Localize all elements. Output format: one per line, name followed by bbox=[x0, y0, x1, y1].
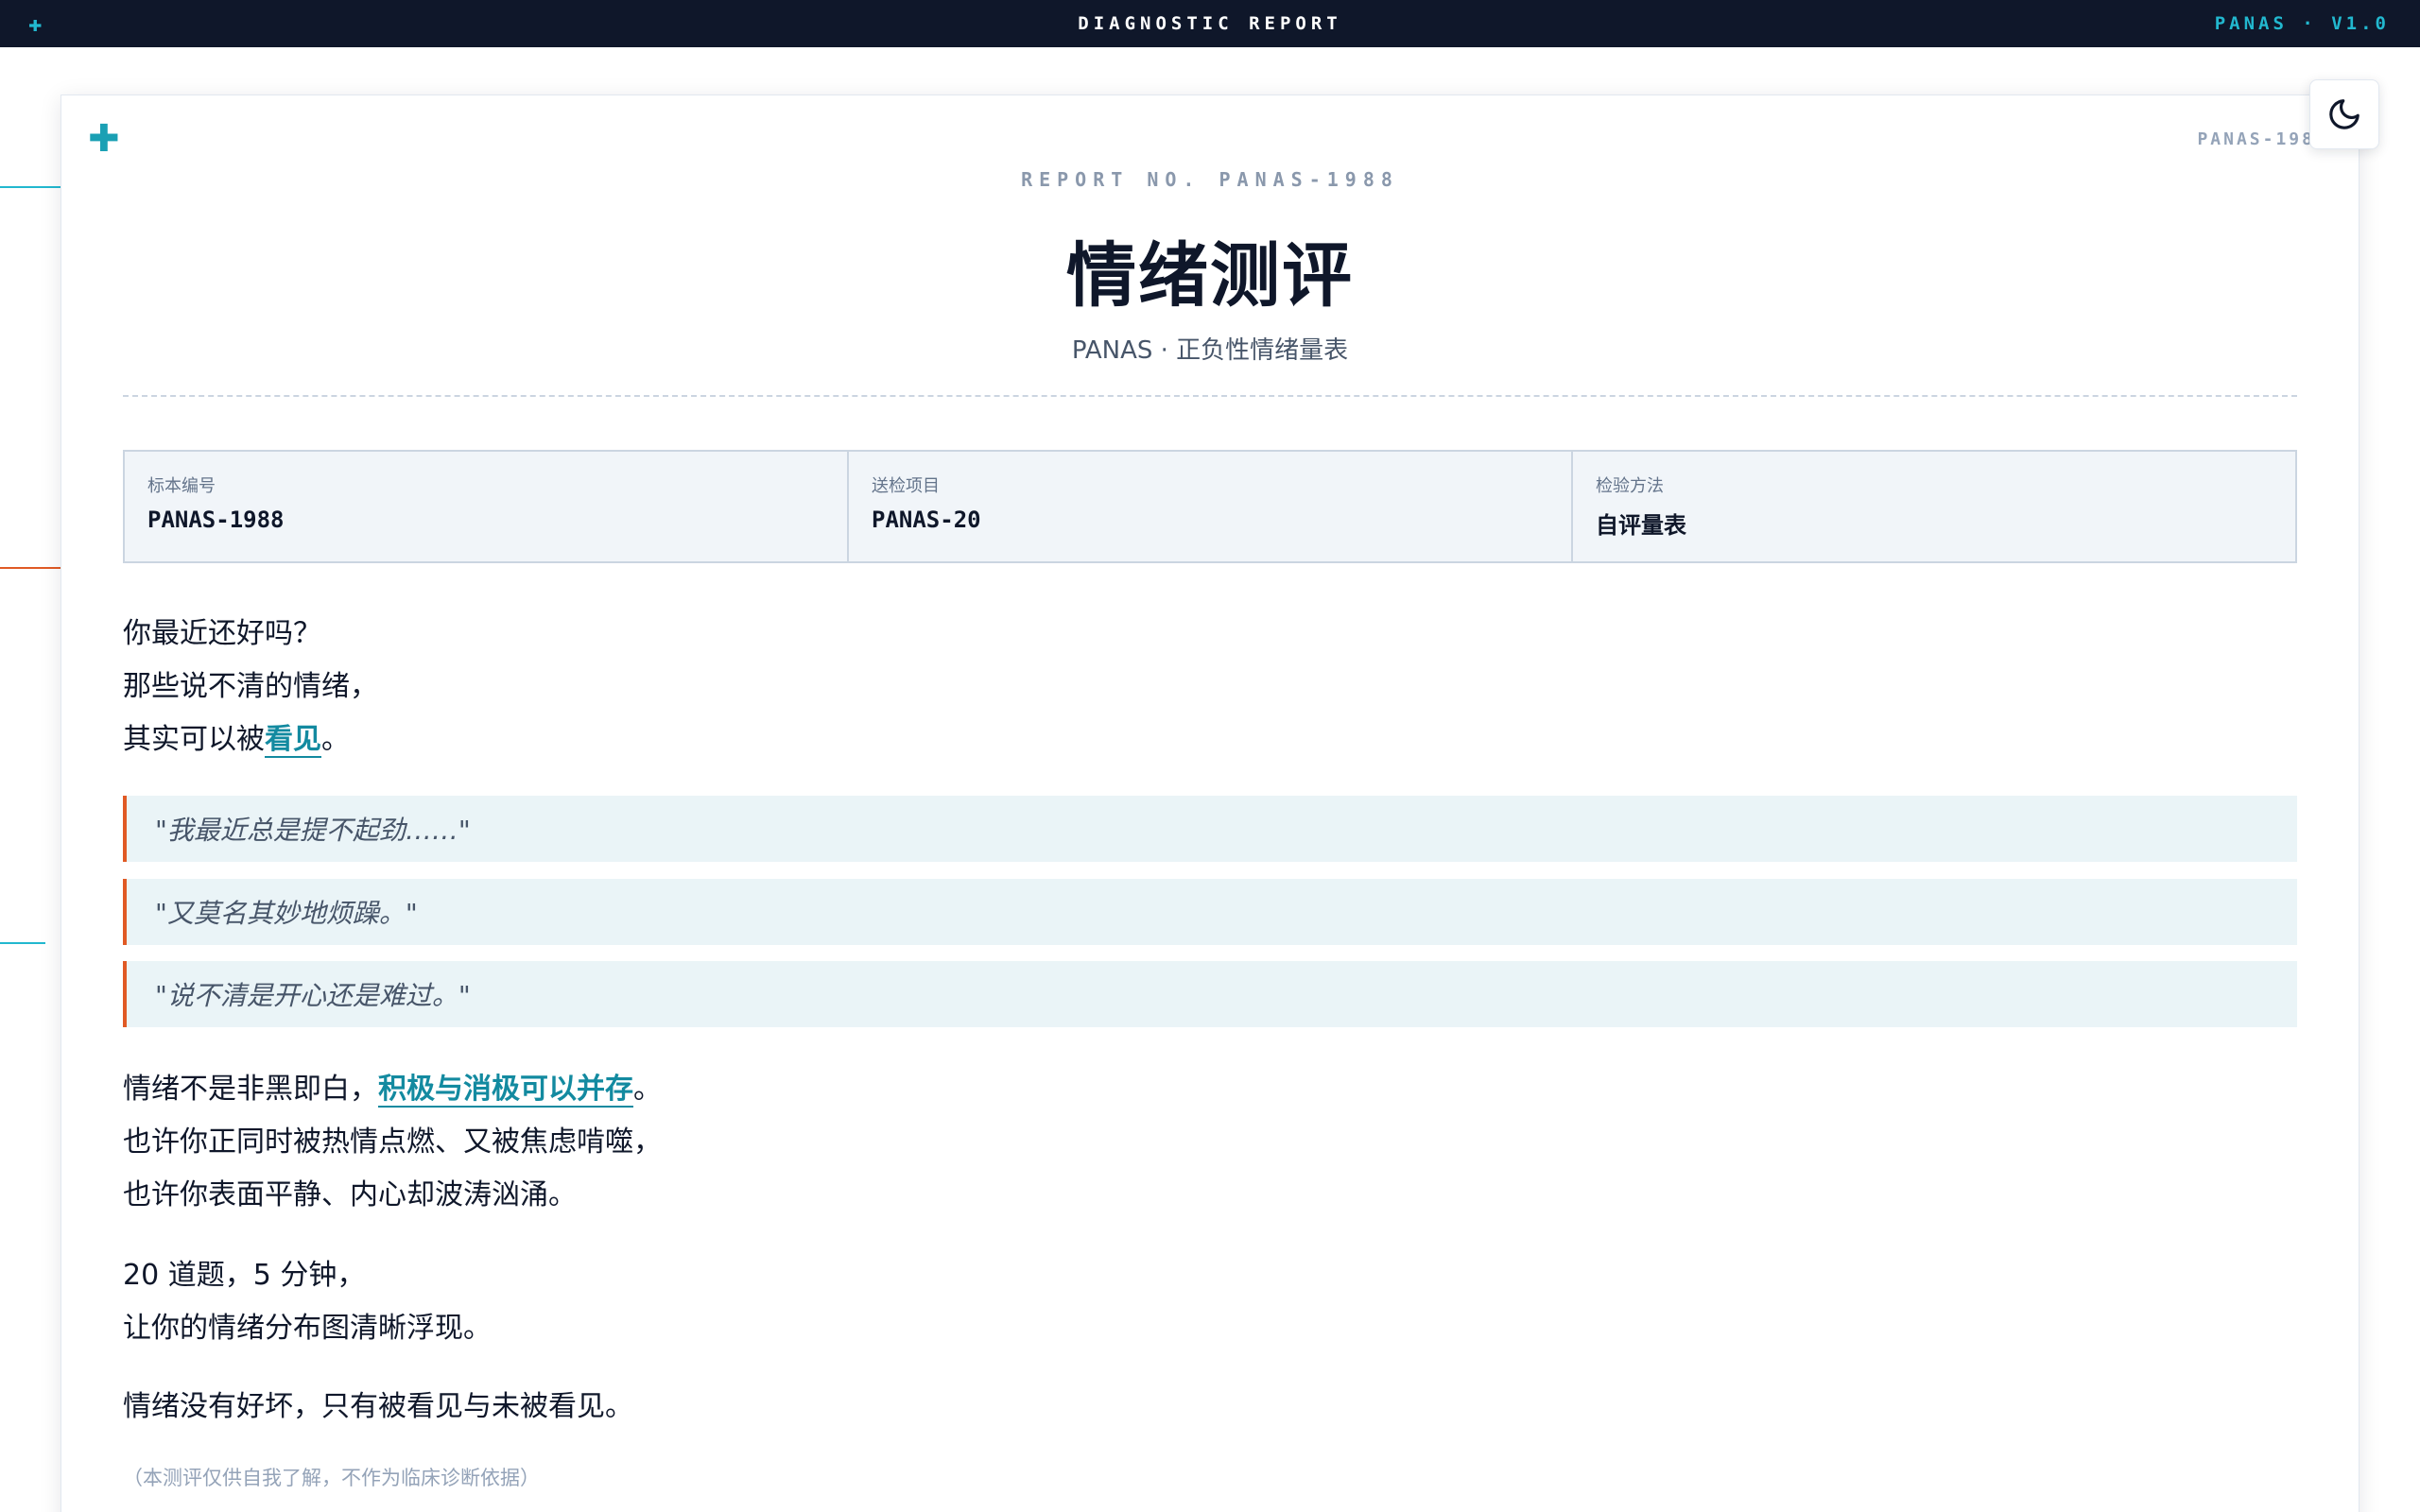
body-line: 也许你正同时被热情点燃、又被焦虑啃噬， bbox=[123, 1125, 662, 1159]
top-bar: ✚ DIAGNOSTIC REPORT PANAS · V1.0 bbox=[0, 0, 2420, 47]
quote-block: "又莫名其妙地烦躁。" bbox=[123, 879, 2297, 945]
info-cell: 检验方法 自评量表 bbox=[1573, 452, 2295, 561]
body-line: 情绪没有好坏，只有被看见与未被看见。 bbox=[123, 1390, 633, 1423]
body-paragraph: 情绪没有好坏，只有被看见与未被看见。 bbox=[123, 1381, 633, 1434]
body-line: 让你的情绪分布图清晰浮现。 bbox=[123, 1312, 492, 1345]
info-value: 自评量表 bbox=[1596, 512, 1686, 539]
info-value: PANAS-20 bbox=[872, 507, 981, 533]
info-cell: 送检项目 PANAS-20 bbox=[849, 452, 1573, 561]
body-line: 情绪不是非黑即白，积极与消极可以并存。 bbox=[123, 1063, 662, 1116]
info-cell: 标本编号 PANAS-1988 bbox=[125, 452, 849, 561]
info-table: 标本编号 PANAS-1988 送检项目 PANAS-20 检验方法 自评量表 bbox=[123, 450, 2297, 563]
body-line: 也许你表面平静、内心却波涛汹涌。 bbox=[123, 1178, 577, 1211]
page-title: 情绪测评 bbox=[1066, 235, 1354, 317]
body-text: 。 bbox=[633, 1073, 662, 1106]
moon-icon bbox=[2329, 99, 2360, 129]
page-subtitle: PANAS · 正负性情绪量表 bbox=[1071, 336, 1349, 365]
info-value: PANAS-1988 bbox=[147, 507, 285, 533]
info-label: 检验方法 bbox=[1596, 476, 1664, 496]
report-code-label: PANAS-198 bbox=[2197, 129, 2315, 149]
body-paragraph: 情绪不是非黑即白，积极与消极可以并存。 也许你正同时被热情点燃、又被焦虑啃噬， … bbox=[123, 1063, 662, 1222]
theme-toggle-button[interactable] bbox=[2309, 79, 2379, 149]
decorative-line bbox=[0, 942, 45, 944]
plus-icon: ✚ bbox=[88, 117, 120, 161]
decorative-line bbox=[0, 567, 60, 569]
highlight-text: 看见 bbox=[265, 723, 321, 758]
topbar-title: DIAGNOSTIC REPORT bbox=[1078, 13, 1342, 34]
intro-line: 你最近还好吗？ bbox=[123, 617, 321, 650]
report-number: REPORT NO. PANAS-1988 bbox=[1021, 168, 1399, 191]
divider bbox=[123, 395, 2297, 397]
version-label: PANAS · V1.0 bbox=[2214, 13, 2390, 34]
body-text: 情绪不是非黑即白， bbox=[123, 1073, 378, 1106]
body-paragraph: 20 道题，5 分钟， 让你的情绪分布图清晰浮现。 bbox=[123, 1249, 492, 1355]
quote-block: "我最近总是提不起劲……" bbox=[123, 796, 2297, 862]
highlight-text: 积极与消极可以并存 bbox=[378, 1073, 633, 1108]
disclaimer-footnote: （本测评仅供自我了解，不作为临床诊断依据） bbox=[123, 1467, 540, 1489]
body-line: 20 道题，5 分钟， bbox=[123, 1259, 366, 1292]
plus-icon: ✚ bbox=[28, 10, 43, 37]
info-label: 标本编号 bbox=[147, 476, 216, 496]
quote-block: "说不清是开心还是难过。" bbox=[123, 961, 2297, 1027]
intro-line: 那些说不清的情绪， bbox=[123, 670, 378, 703]
intro-line: 其实可以被看见。 bbox=[123, 713, 378, 766]
intro-paragraph: 你最近还好吗？ 那些说不清的情绪， 其实可以被看见。 bbox=[123, 608, 378, 766]
intro-text: 。 bbox=[321, 723, 350, 756]
info-label: 送检项目 bbox=[872, 476, 940, 496]
intro-text: 其实可以被 bbox=[123, 723, 265, 756]
